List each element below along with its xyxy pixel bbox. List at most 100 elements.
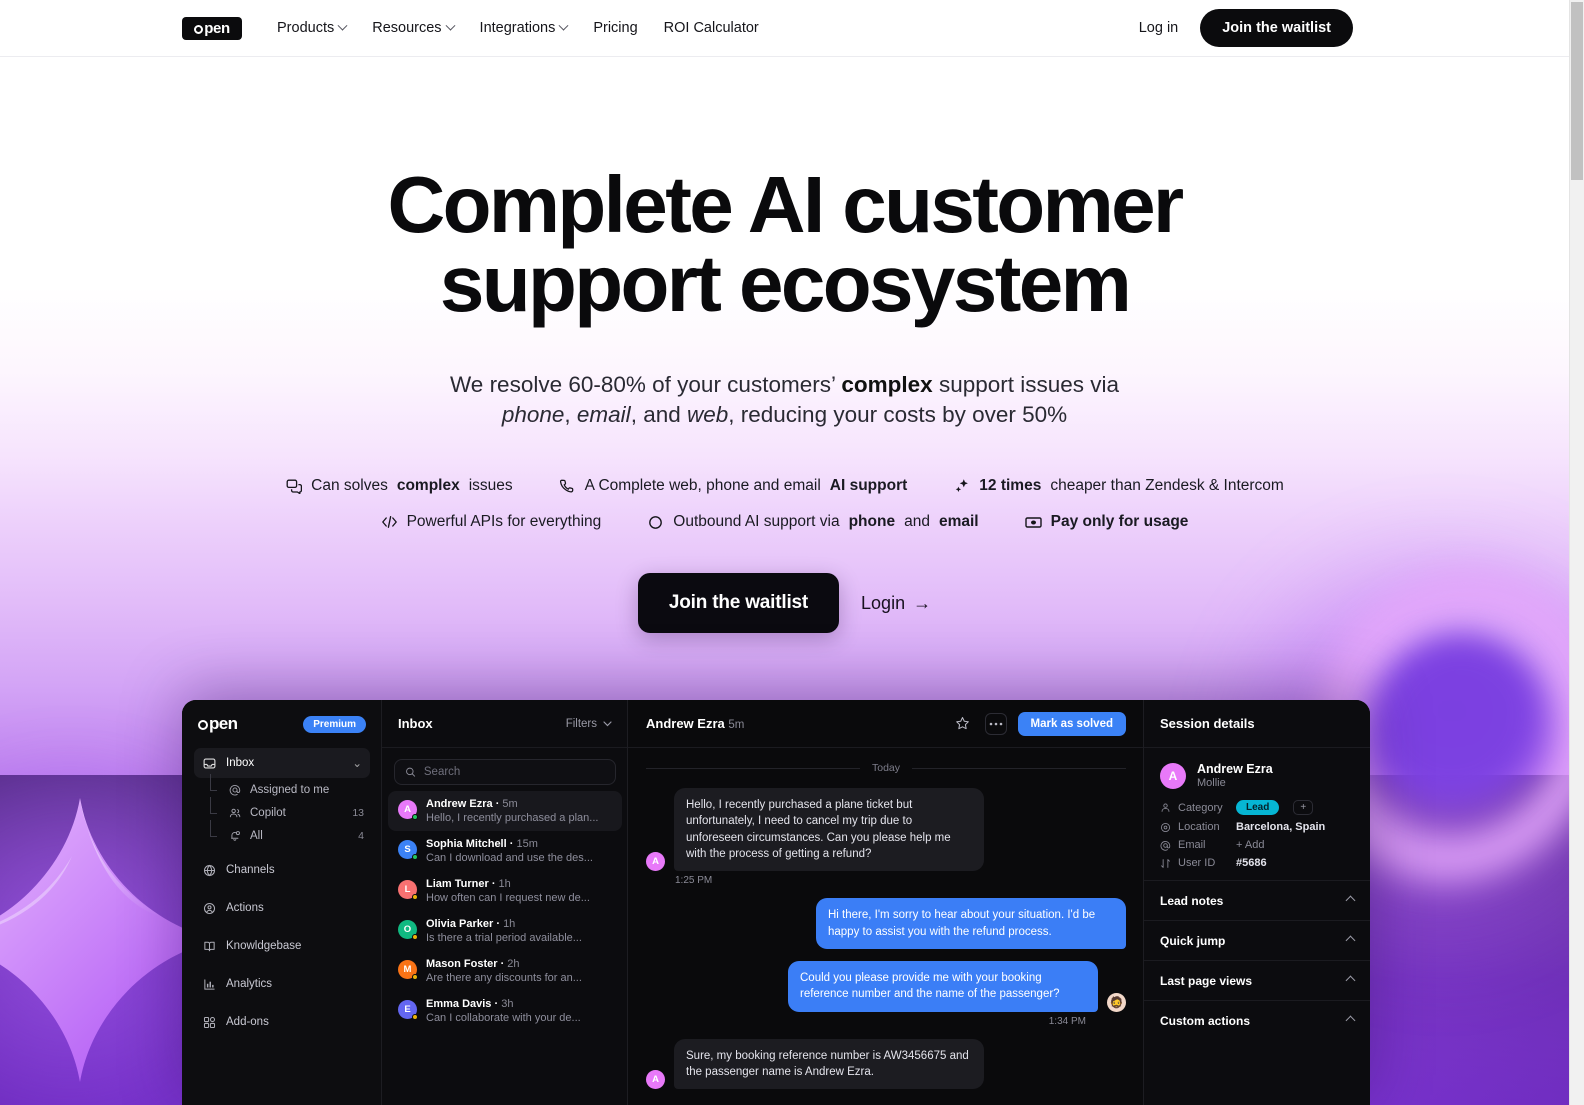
hero-feature-list: Can solves complex issues A Complete web… <box>0 477 1569 531</box>
status-badge[interactable]: Lead <box>1236 800 1280 815</box>
brand-logo[interactable]: pen <box>182 16 242 40</box>
branch-connector-icon <box>208 819 220 842</box>
section-label: Lead notes <box>1160 893 1224 908</box>
session-field-key: Email <box>1160 839 1228 851</box>
session-details-title: Session details <box>1144 700 1370 748</box>
feature-text-pre: A Complete web, phone and email <box>584 477 821 495</box>
message-bubble: Hi there, I'm sorry to hear about your s… <box>816 898 1126 949</box>
add-email-button[interactable]: + Add <box>1236 839 1264 851</box>
header-actions: Log in Join the waitlist <box>1139 9 1353 47</box>
avatar: E <box>398 1000 418 1020</box>
app-brand-logo[interactable]: pen <box>198 714 238 734</box>
hero-join-waitlist-button[interactable]: Join the waitlist <box>637 573 840 634</box>
avatar: A <box>646 1070 665 1090</box>
hero-feature-row-2: Powerful APIs for everything Outbound AI… <box>0 513 1569 531</box>
page-scrollbar[interactable] <box>1569 0 1584 1105</box>
avatar: L <box>398 880 418 900</box>
session-section-last-page-views[interactable]: Last page views <box>1144 960 1370 1000</box>
list-item[interactable]: S Sophia Mitchell · 15m Can I download a… <box>388 831 622 871</box>
timestamp: 15m <box>516 838 538 850</box>
code-icon <box>381 514 398 531</box>
hero-login-link[interactable]: Login → <box>861 593 931 614</box>
search-icon <box>406 767 416 777</box>
app-sidebar: pen Premium Inbox ⌄ Assigned to me Copil… <box>182 700 382 1105</box>
sidebar-subitem-label: All <box>250 829 263 842</box>
hero-sub-sep-1: , <box>564 402 577 428</box>
sidebar-subitem-copilot[interactable]: Copilot 13 <box>194 796 370 824</box>
conversation-title: Andrew Ezra · 5m <box>426 798 518 810</box>
status-dot <box>412 934 418 940</box>
sidebar-subitem-label: Copilot <box>250 806 286 819</box>
banknote-icon <box>1024 514 1042 531</box>
contact-name: Andrew Ezra <box>646 716 725 731</box>
star-icon[interactable] <box>952 713 974 735</box>
nav-item-roi-calculator[interactable]: ROI Calculator <box>664 20 759 36</box>
avatar: A <box>398 800 418 820</box>
nav-item-resources[interactable]: Resources <box>372 20 455 36</box>
page-root: pen Products Resources Integrations Pric… <box>0 0 1584 1105</box>
message-row-outgoing: Could you please provide me with your bo… <box>646 960 1126 1012</box>
list-item[interactable]: A Andrew Ezra · 5m Hello, I recently pur… <box>388 791 622 831</box>
sidebar-item-analytics[interactable]: Analytics <box>194 969 370 999</box>
chevron-up-icon <box>1345 935 1356 946</box>
sidebar-item-channels[interactable]: Channels <box>194 855 370 885</box>
conversation-preview: Can I download and use the des... <box>426 852 593 864</box>
page-scroll-area: pen Products Resources Integrations Pric… <box>0 0 1569 1105</box>
inbox-icon <box>202 756 216 770</box>
premium-badge[interactable]: Premium <box>303 715 366 733</box>
sidebar-item-knowledgebase[interactable]: Knowldgebase <box>194 931 370 961</box>
scrollbar-thumb[interactable] <box>1571 2 1583 180</box>
header-join-waitlist-button[interactable]: Join the waitlist <box>1200 9 1353 47</box>
sidebar-item-add-ons[interactable]: Add-ons <box>194 1007 370 1037</box>
nav-item-integrations[interactable]: Integrations <box>480 20 569 36</box>
mark-as-solved-button[interactable]: Mark as solved <box>1017 711 1126 736</box>
hero-feature-row-1: Can solves complex issues A Complete web… <box>0 477 1569 495</box>
session-user-org: Mollie <box>1197 777 1226 789</box>
inbox-header: Inbox Filters <box>382 700 628 748</box>
main-navigation: Products Resources Integrations Pricing … <box>277 20 759 36</box>
session-field-key: Category <box>1160 802 1228 814</box>
feature-text-post: cheaper than Zendesk & Intercom <box>1050 477 1284 495</box>
message-row-incoming: A Sure, my booking reference number is A… <box>646 1038 1126 1090</box>
inbox-search[interactable] <box>394 759 616 785</box>
list-item[interactable]: L Liam Turner · 1h How often can I reque… <box>388 871 622 911</box>
sidebar-item-label: Actions <box>226 902 264 914</box>
hero-sub-italic-email: email <box>576 402 631 428</box>
hero-title-line-2: support ecosystem <box>439 239 1132 329</box>
message-timestamp: 1:25 PM <box>675 875 713 887</box>
list-item[interactable]: E Emma Davis · 3h Can I collaborate with… <box>388 991 622 1031</box>
add-category-button[interactable]: + <box>1293 800 1314 815</box>
message-thread: Today A Hello, I recently purchased a pl… <box>628 748 1144 1105</box>
list-item[interactable]: M Mason Foster · 2h Are there any discou… <box>388 951 622 991</box>
inbox-filters-button[interactable]: Filters <box>566 718 612 730</box>
chevron-down-icon <box>603 720 612 726</box>
sidebar-item-label: Analytics <box>226 978 273 990</box>
session-section-custom-actions[interactable]: Custom actions <box>1144 1000 1370 1040</box>
sidebar-item-label: Inbox <box>226 757 255 769</box>
chevron-up-icon <box>1345 1015 1356 1026</box>
header-login-link[interactable]: Log in <box>1139 20 1179 36</box>
section-label: Quick jump <box>1160 933 1226 948</box>
sidebar-item-actions[interactable]: Actions <box>194 893 370 923</box>
circle-icon <box>647 514 664 531</box>
sidebar-item-label: Channels <box>226 864 275 876</box>
conversation-title: Liam Turner · 1h <box>426 878 511 890</box>
nav-item-products[interactable]: Products <box>277 20 348 36</box>
message-row-outgoing: Hi there, I'm sorry to hear about your s… <box>646 898 1126 949</box>
session-section-lead-notes[interactable]: Lead notes <box>1144 880 1370 920</box>
sidebar-item-inbox[interactable]: Inbox ⌄ <box>194 748 370 778</box>
chevron-up-icon <box>1345 975 1356 986</box>
sidebar-subitem-assigned-to-me[interactable]: Assigned to me <box>194 773 370 801</box>
at-icon <box>1160 840 1171 851</box>
nav-item-pricing[interactable]: Pricing <box>593 20 637 36</box>
app-inbox-list: Inbox Filters A Andrew Ezra · 5m Hello, … <box>382 700 628 1105</box>
nav-label: Products <box>277 20 335 36</box>
search-input[interactable] <box>423 766 605 778</box>
more-options-icon[interactable] <box>984 712 1007 735</box>
list-item[interactable]: O Olivia Parker · 1h Is there a trial pe… <box>388 911 622 951</box>
contact-name: Mason Foster <box>426 958 498 970</box>
conversation-summary: Olivia Parker · 1h Is there a trial peri… <box>426 918 612 944</box>
session-section-quick-jump[interactable]: Quick jump <box>1144 920 1370 960</box>
sidebar-subitem-all[interactable]: All 4 <box>194 819 370 847</box>
